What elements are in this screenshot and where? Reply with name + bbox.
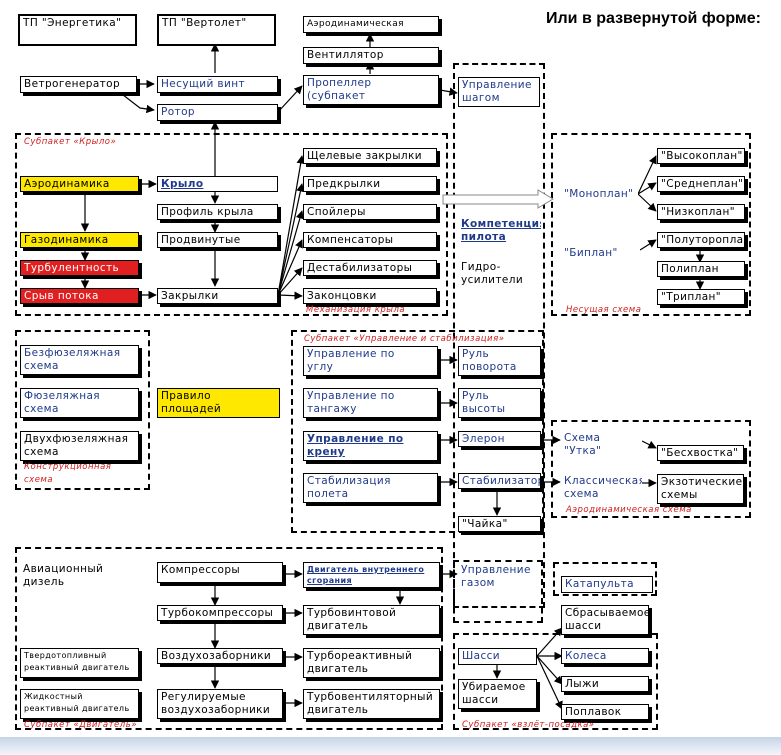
upr-tangazhu-box: Управление по тангажу	[303, 388, 438, 418]
shchelevye-box: Щелевые закрылки	[303, 148, 437, 164]
prodvinutye-box: Продвинутые профили	[157, 232, 278, 248]
zakrylki-box: Закрылки	[157, 288, 278, 304]
sryv-box: Срыв потока	[20, 288, 139, 304]
turbovint-box: Турбовинтовой двигатель	[303, 605, 440, 635]
gidro-box: Гидро- усилители	[458, 260, 541, 290]
tp-vertolet-box: ТП "Вертолет"	[157, 14, 276, 46]
fuz-box: Фюзеляжная схема	[20, 388, 139, 418]
regul-box: Регулируемые воздухозаборники	[157, 689, 283, 719]
rul-vysoty-box: Руль высоты	[458, 388, 541, 418]
predkrylki-box: Предкрылки	[303, 176, 437, 192]
tp-energetika-box: ТП "Энергетика"	[18, 14, 137, 46]
ubir-box: Убираемое шасси	[458, 679, 537, 709]
zhidkost-box: Жидкостный реактивный двигатель	[20, 689, 139, 719]
profil-box: Профиль крыла	[157, 204, 278, 220]
mehanizatsiya-label: Механизация крыла	[306, 305, 406, 315]
aviadizel-box: Авиационный дизель	[20, 562, 139, 592]
triplan-box: "Триплан"	[657, 289, 745, 305]
kompetentsiya-box: Компетенция пилота	[458, 217, 541, 247]
propeller-box: Пропеллер (субпакет Движитель")	[303, 75, 439, 105]
nizkoplan-box: "Низкоплан"	[657, 204, 745, 220]
rul-povorota-box: Руль поворота	[458, 346, 541, 376]
upr-gazom-box: Управление газом	[458, 563, 538, 593]
klassich-box: Классическая схема	[561, 474, 642, 504]
aero-truba-box: Аэродинамическая труба	[303, 16, 439, 33]
nesushchiy-vint-box: Несущий винт	[157, 76, 278, 93]
poluto-box: "Полутороплан"	[657, 232, 745, 248]
utka-box: Схема "Утка"	[561, 431, 642, 461]
katapulta-box: Катапульта	[561, 576, 653, 593]
ekzotich-box: Экзотические схемы	[657, 474, 744, 504]
kolesa-box: Колеса	[561, 648, 649, 664]
bottom-bar	[0, 737, 781, 755]
connector-lines	[80, 33, 705, 710]
turbulentnost-box: Турбулентность	[20, 260, 139, 276]
poliplan-box: Полиплан	[657, 261, 745, 277]
aero-shema-label: Аэродинамическая схема	[566, 505, 692, 515]
dvuhfuz-box: Двухфюзеляжная схема	[20, 431, 139, 461]
turbovent-box: Турбовентиляторный двигатель	[303, 689, 440, 719]
kompensatory-box: Компенсаторы	[303, 232, 437, 248]
sbras-box: Сбрасываемое шасси	[561, 605, 649, 635]
monoplan-box: "Моноплан"	[561, 187, 638, 203]
stabilizator-box: Стабилизатор	[458, 473, 541, 489]
chayka-box: "Чайка"	[458, 516, 541, 532]
rotor-box: Ротор	[157, 104, 278, 121]
vetrogenerator-box: Ветрогенератор	[20, 76, 137, 93]
ventilyator-box: Вентиллятор	[303, 47, 439, 64]
turbokompr-box: Турбокомпрессоры	[157, 605, 283, 621]
pravilo-box: Правило площадей	[157, 388, 280, 418]
tverdotopl-box: Твердотопливный реактивный двигатель	[20, 648, 139, 678]
aerodinamika-box: Аэродинамика	[20, 176, 139, 192]
krylo-box: Крыло	[157, 176, 278, 192]
dvigatel-label: Субпакет «Двигатель»	[24, 720, 137, 730]
shassi-box: Шасси	[458, 648, 537, 665]
nesushchaya-label: Несущая схема	[566, 305, 642, 315]
gazodinamika-box: Газодинамика	[20, 232, 139, 248]
zakontsovki-box: Законцовки	[303, 288, 437, 304]
biplan-box: "Биплан"	[561, 246, 640, 262]
turboreakt-box: Турбореактивный двигатель	[303, 648, 440, 678]
kompressory-box: Компрессоры	[157, 562, 283, 583]
poplavok-box: Поплавок	[561, 704, 649, 720]
bezfuz-box: Безфюзеляжная схема	[20, 345, 139, 375]
beshvostka-box: "Бесхвостка"	[657, 445, 744, 461]
stab-poleta-box: Стабилизация полета	[303, 473, 438, 503]
destabilizatory-box: Дестабилизаторы	[303, 260, 437, 276]
upr-stab-label: Субпакет «Управление и стабилизация»	[304, 334, 505, 344]
lyzhi-box: Лыжи	[561, 676, 649, 692]
vysokoplan-box: "Высокоплан"	[657, 148, 745, 164]
upr-uglu-box: Управление по углу	[303, 346, 438, 376]
vozduhozab-box: Воздухозаборники	[157, 648, 283, 664]
upr-krenu-box: Управление по крену	[303, 431, 438, 461]
eleron-box: Элерон	[458, 431, 541, 447]
spoylery-box: Спойлеры	[303, 204, 437, 220]
sredneplan-box: "Среднеплан"	[657, 176, 745, 192]
dvs-box: Двигатель внутреннего сгорания	[303, 562, 440, 588]
konstr-label: Конструкционная схема	[24, 462, 112, 485]
vzlet-label: Субпакет «взлёт-посадка»	[462, 720, 595, 730]
upr-shagom-box: Управление шагом винта	[458, 77, 540, 107]
krylo-subpackage-label: Субпакет «Крыло»	[24, 137, 117, 147]
